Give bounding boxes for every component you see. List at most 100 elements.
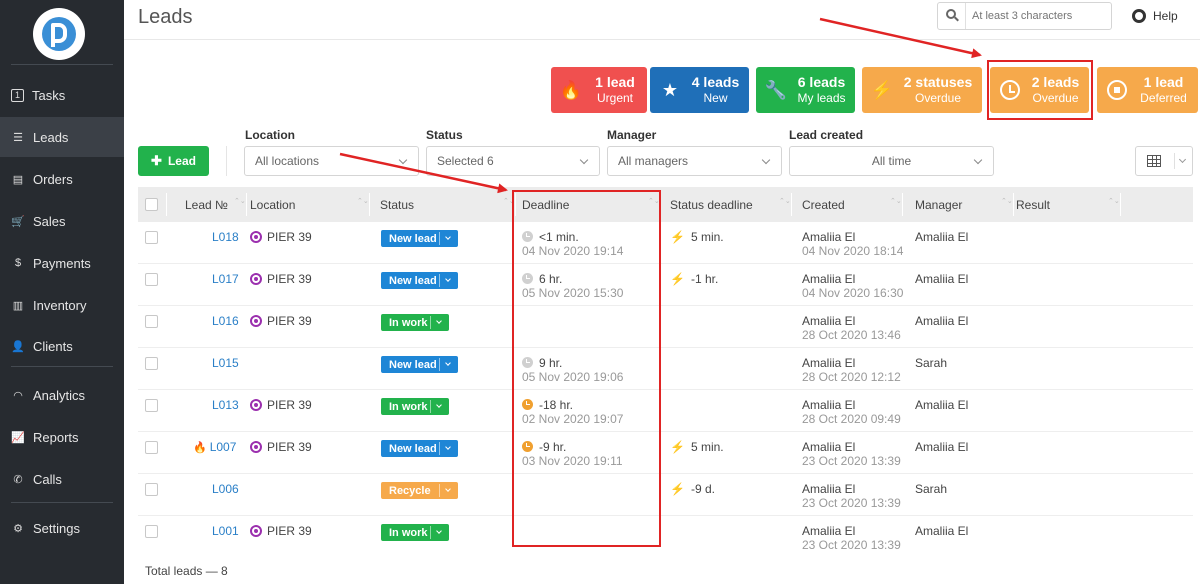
table-row[interactable]: L015 New lead 9 hr. 05 Nov 2020 19:06 Amalii… xyxy=(138,348,1193,390)
select-all-checkbox[interactable] xyxy=(145,198,158,211)
status-dropdown[interactable]: New lead xyxy=(381,272,458,289)
search-input[interactable] xyxy=(972,7,1107,25)
row-select[interactable] xyxy=(145,483,158,496)
dollar-icon: $ xyxy=(14,257,22,269)
stat-tile-deferred[interactable]: 1 lead Deferred xyxy=(1097,67,1198,113)
sidebar-item-reports[interactable]: 📈 Reports xyxy=(0,417,124,457)
total-leads: Total leads — 8 xyxy=(145,564,228,578)
row-select[interactable] xyxy=(145,525,158,538)
lead-link[interactable]: L001 xyxy=(212,524,239,538)
lead-link[interactable]: L015 xyxy=(212,356,239,370)
status-dropdown[interactable]: New lead xyxy=(381,356,458,373)
table-row[interactable]: L017 PIER 39 New lead 6 hr. 05 Nov 2020 15:3… xyxy=(138,264,1193,306)
row-checkbox[interactable] xyxy=(145,441,158,454)
sort-icon[interactable]: ⌃⌄ xyxy=(234,198,246,209)
lead-link[interactable]: L016 xyxy=(212,314,239,328)
sort-icon[interactable]: ⌃⌄ xyxy=(648,198,660,209)
sidebar-item-clients[interactable]: 👤 Clients xyxy=(0,326,124,366)
row-select[interactable] xyxy=(145,315,158,328)
location-filter-label: Location xyxy=(245,128,295,142)
table-row[interactable]: L013 PIER 39 In work -18 hr. 02 Nov 2020 19:… xyxy=(138,390,1193,432)
column-header-status[interactable]: Status xyxy=(380,187,414,222)
column-header-lead-number[interactable]: Lead № xyxy=(185,187,228,222)
lead-link[interactable]: L018 xyxy=(212,230,239,244)
column-settings-button[interactable] xyxy=(1135,146,1193,176)
sort-icon[interactable]: ⌃⌄ xyxy=(503,198,515,209)
table-row[interactable]: 🔥 L007 PIER 39 New lead -9 hr. 03 Nov 2020 19… xyxy=(138,432,1193,474)
deadline-value: -9 hr. xyxy=(539,440,567,454)
sort-icon[interactable]: ⌃⌄ xyxy=(357,198,369,209)
row-checkbox[interactable] xyxy=(145,399,158,412)
row-checkbox[interactable] xyxy=(145,273,158,286)
location-label: PIER 39 xyxy=(267,398,312,412)
stat-tile-my-leads[interactable]: 🔧 6 leads My leads xyxy=(756,67,855,113)
column-header-location[interactable]: Location xyxy=(250,187,295,222)
sidebar-item-inventory[interactable]: ▥ Inventory xyxy=(0,285,124,325)
sidebar-item-sales[interactable]: 🛒 Sales xyxy=(0,201,124,241)
column-header-result[interactable]: Result xyxy=(1016,187,1050,222)
row-select[interactable] xyxy=(145,273,158,286)
status-dropdown[interactable]: Recycle xyxy=(381,482,458,499)
table-row[interactable]: L001 PIER 39 In work Amaliia El 23 Oct 2020 … xyxy=(138,516,1193,558)
status-dropdown[interactable]: In work xyxy=(381,524,449,541)
table-row[interactable]: L018 PIER 39 New lead <1 min. 04 Nov 2020 19… xyxy=(138,222,1193,264)
row-checkbox[interactable] xyxy=(145,231,158,244)
sort-icon[interactable]: ⌃⌄ xyxy=(1001,198,1013,209)
sidebar-item-payments[interactable]: $ Payments xyxy=(0,243,124,283)
sort-icon[interactable]: ⌃⌄ xyxy=(779,198,791,209)
column-header-status-deadline[interactable]: Status deadline xyxy=(670,187,753,222)
lead-link[interactable]: L007 xyxy=(210,440,237,454)
sidebar-item-calls[interactable]: ✆ Calls xyxy=(0,459,124,499)
row-select[interactable] xyxy=(145,441,158,454)
sidebar-item-settings[interactable]: ⚙ Settings xyxy=(0,508,124,548)
lead-link[interactable]: L013 xyxy=(212,398,239,412)
manager-filter-select[interactable]: All managers xyxy=(607,146,782,176)
row-checkbox[interactable] xyxy=(145,525,158,538)
lead-link[interactable]: L006 xyxy=(212,482,239,496)
sidebar-item-analytics[interactable]: ◠ Analytics xyxy=(0,375,124,415)
chevron-down-icon xyxy=(579,155,589,165)
row-checkbox[interactable] xyxy=(145,315,158,328)
column-header-created[interactable]: Created xyxy=(802,187,845,222)
sidebar-item-orders[interactable]: ▤ Orders xyxy=(0,159,124,199)
status-dropdown[interactable]: New lead xyxy=(381,230,458,247)
row-select[interactable] xyxy=(145,399,158,412)
status-dropdown[interactable]: In work xyxy=(381,314,449,331)
stat-tile-overdue[interactable]: 2 leads Overdue xyxy=(990,67,1089,113)
location-pin-icon xyxy=(250,441,262,453)
deadline-value: 6 hr. xyxy=(539,272,563,286)
sort-icon[interactable]: ⌃⌄ xyxy=(890,198,902,209)
row-select[interactable] xyxy=(145,357,158,370)
status-deadline-value: -9 d. xyxy=(690,482,715,496)
stat-tile-new[interactable]: ★ 4 leads New xyxy=(650,67,749,113)
clients-icon: 👤 xyxy=(11,340,25,353)
search-icon[interactable] xyxy=(938,3,966,29)
stat-tile-overdue[interactable]: ⚡ 2 statuses Overdue xyxy=(862,67,982,113)
created-filter-select[interactable]: All time xyxy=(789,146,994,176)
column-header-deadline[interactable]: Deadline xyxy=(522,187,569,222)
table-row[interactable]: L016 PIER 39 In work Amaliia El 28 Oct 2020 … xyxy=(138,306,1193,348)
sort-icon[interactable]: ⌃⌄ xyxy=(1108,198,1120,209)
status-filter-select[interactable]: Selected 6 xyxy=(426,146,600,176)
clock-icon xyxy=(1000,80,1020,100)
location-filter-select[interactable]: All locations xyxy=(244,146,419,176)
add-lead-button[interactable]: ✚ Lead xyxy=(138,146,209,176)
help-link[interactable]: Help xyxy=(1132,9,1178,23)
stat-tile-count: 4 leads xyxy=(691,74,740,90)
sidebar-item-leads[interactable]: ☰ Leads xyxy=(0,117,124,157)
sidebar-item-tasks[interactable]: 1 Tasks xyxy=(0,75,124,115)
lead-link[interactable]: L017 xyxy=(212,272,239,286)
status-dropdown[interactable]: New lead xyxy=(381,440,458,457)
select-all-cell[interactable] xyxy=(145,187,158,222)
app-logo[interactable] xyxy=(33,8,85,60)
search-box[interactable] xyxy=(937,2,1112,30)
column-header-manager[interactable]: Manager xyxy=(915,187,962,222)
status-dropdown[interactable]: In work xyxy=(381,398,449,415)
status-deadline-cell: ⚡ 5 min. xyxy=(670,440,724,454)
table-row[interactable]: L006 Recycle ⚡ -9 d. Amaliia El 23 Oct 2020 1… xyxy=(138,474,1193,516)
row-select[interactable] xyxy=(145,231,158,244)
stat-tile-urgent[interactable]: 🔥 1 lead Urgent xyxy=(551,67,647,113)
row-checkbox[interactable] xyxy=(145,357,158,370)
row-checkbox[interactable] xyxy=(145,483,158,496)
stat-tile-label: Deferred xyxy=(1140,91,1187,105)
